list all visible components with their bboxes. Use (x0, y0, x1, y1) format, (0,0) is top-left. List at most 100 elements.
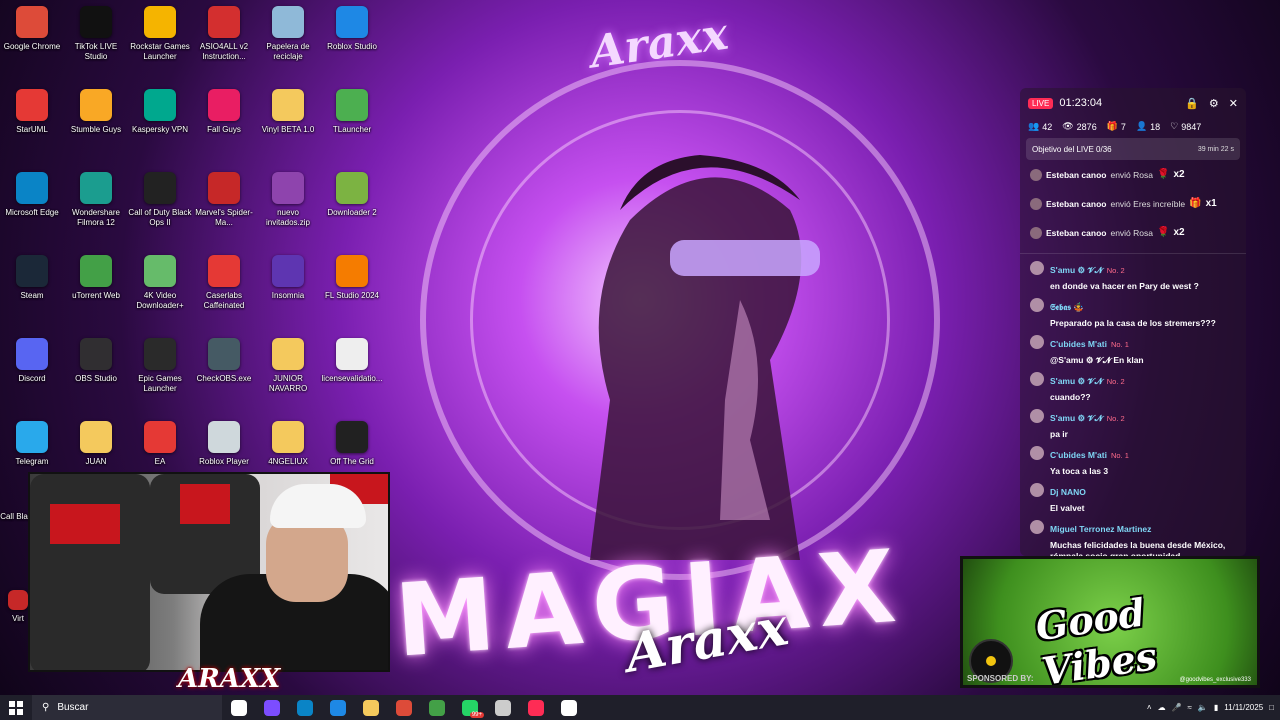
caffeinated-icon (208, 255, 240, 287)
gift-action: envió Rosa (1110, 227, 1153, 238)
gift-user: Esteban canoo (1046, 169, 1107, 180)
desktop-icon-label: TikTok LIVE Studio (74, 42, 118, 61)
chat-text: Preparado pa la casa de los stremers??? (1050, 318, 1216, 328)
desktop-icon[interactable]: Steam (0, 255, 64, 335)
avatar (1030, 335, 1044, 349)
desktop-icon[interactable]: Roblox Studio (320, 6, 384, 86)
file-explorer-icon (362, 699, 379, 716)
live-goal[interactable]: Objetivo del LIVE 0/36 39 min 22 s (1026, 138, 1240, 160)
chat-message[interactable]: Dj NANO El valvet (1020, 482, 1246, 514)
chat-message[interactable]: C'ubides M'ati No. 1 @S'amu ⚙ 𝓥𝓝 En klan (1020, 334, 1246, 366)
settings-icon[interactable]: ⚙ (1209, 97, 1219, 110)
desktop-icon[interactable]: Fall Guys (192, 89, 256, 169)
desktop-icon[interactable]: nuevo invitados.zip (256, 172, 320, 252)
desktop-icon[interactable]: CheckOBS.exe (192, 338, 256, 418)
chat-message[interactable]: S'amu ⚙ 𝓥𝓝 No. 2 pa ir (1020, 408, 1246, 440)
desktop-icon-label: Off The Grid (330, 457, 374, 466)
chat-message[interactable]: S'amu ⚙ 𝓥𝓝 No. 2 en donde va hacer en Pary… (1020, 260, 1246, 292)
start-button[interactable] (0, 695, 32, 720)
chat-message[interactable]: C'ubides M'ati No. 1 Ya toca a las 3 (1020, 445, 1246, 477)
gift-count: x2 (1173, 227, 1185, 238)
roblox-studio-icon (336, 6, 368, 38)
desktop-icon[interactable]: Stumble Guys (64, 89, 128, 169)
lock-icon[interactable]: 🔒 (1185, 97, 1199, 110)
battery-icon[interactable]: ▮ (1214, 703, 1218, 712)
chat-message[interactable]: 𝕾𝖊𝖇𝖆𝖘 🤹 Preparado pa la casa de los strem… (1020, 297, 1246, 329)
desktop-icon-label: nuevo invitados.zip (265, 208, 311, 227)
taskbar-app[interactable] (552, 695, 585, 720)
taskbar-app[interactable] (486, 695, 519, 720)
taskbar-app[interactable] (321, 695, 354, 720)
desktop-icon[interactable]: ASIO4ALL v2 Instruction... (192, 6, 256, 86)
chat-user: C'ubides M'ati (1050, 450, 1107, 460)
rose-icon: 🌹 (1157, 169, 1170, 180)
desktop-icon[interactable]: OBS Studio (64, 338, 128, 418)
chat-message[interactable]: S'amu ⚙ 𝓥𝓝 No. 2 cuando?? (1020, 371, 1246, 403)
cloud-icon[interactable]: ☁ (1158, 703, 1166, 712)
close-icon[interactable]: ✕ (1229, 97, 1238, 110)
desktop-icon[interactable]: StarUML (0, 89, 64, 169)
gift-row: Esteban canoo envió Rosa 🌹 x2 (1020, 218, 1246, 247)
chat-user: S'amu ⚙ 𝓥𝓝 (1050, 265, 1103, 275)
desktop-icon[interactable]: TLauncher (320, 89, 384, 169)
desktop-icon[interactable]: Papelera de reciclaje (256, 6, 320, 86)
telegram-icon (16, 421, 48, 453)
taskbar-app[interactable] (519, 695, 552, 720)
wifi-icon[interactable]: ≈ (1188, 703, 1192, 712)
desktop-icon[interactable]: FL Studio 2024 (320, 255, 384, 335)
desktop-icon[interactable]: Call of Duty Black Ops II (128, 172, 192, 252)
taskbar-app[interactable] (387, 695, 420, 720)
heart-icon: ♡ (1170, 121, 1179, 131)
desktop-icon[interactable]: 4K Video Downloader+ (128, 255, 192, 335)
taskbar-app[interactable] (222, 695, 255, 720)
avatar (1030, 372, 1044, 386)
notifications-icon[interactable]: □ (1269, 703, 1274, 712)
desktop-icon[interactable]: Discord (0, 338, 64, 418)
desktop-icon[interactable]: Downloader 2 (320, 172, 384, 252)
chat-user: Miguel Terronez Martinez (1050, 524, 1152, 534)
edge-icon (296, 699, 313, 716)
desktop-icon-label: Vinyl BETA 1.0 (261, 125, 315, 134)
clock-date: 11/11/2025 (1224, 702, 1264, 712)
search-icon: ⚲ (42, 702, 50, 713)
wallpaper-portrait (590, 155, 820, 560)
clock[interactable]: 11/11/2025 (1224, 703, 1263, 713)
taskbar-app[interactable] (420, 695, 453, 720)
folder-icon (80, 421, 112, 453)
avatar (1030, 409, 1044, 423)
webcam-overlay (28, 472, 390, 672)
desktop-icon[interactable]: Marvel's Spider-Ma... (192, 172, 256, 252)
desktop-icon[interactable]: licensevalidatio... (320, 338, 384, 418)
desktop-icon[interactable]: TikTok LIVE Studio (64, 6, 128, 86)
chat-user: S'amu ⚙ 𝓥𝓝 (1050, 413, 1103, 423)
taskbar-search[interactable]: ⚲ Buscar (32, 695, 222, 720)
taskbar-app[interactable]: 99+ (453, 695, 486, 720)
taskbar-app[interactable] (354, 695, 387, 720)
chat-message[interactable]: Miguel Terronez Martinez Muchas felicidad… (1020, 519, 1246, 556)
desktop-icon[interactable]: uTorrent Web (64, 255, 128, 335)
desktop-icon[interactable]: JUNIOR NAVARRO (256, 338, 320, 418)
live-timer: 01:23:04 (1059, 97, 1103, 109)
chrome-profile-icon (428, 699, 445, 716)
rank-badge: No. 1 (1110, 340, 1129, 349)
folder-icon (272, 89, 304, 121)
desktop-icon[interactable]: Wondershare Filmora 12 (64, 172, 128, 252)
desktop-icon-label: JUAN (85, 457, 107, 466)
steam-icon (16, 255, 48, 287)
desktop-icon-label: Rockstar Games Launcher (130, 42, 190, 61)
folder-icon (272, 338, 304, 370)
desktop-icon[interactable]: Caserlabs Caffeinated (192, 255, 256, 335)
desktop-icon[interactable]: Epic Games Launcher (128, 338, 192, 418)
taskbar-app[interactable] (288, 695, 321, 720)
desktop-icon-label: Insomnia (271, 291, 305, 300)
desktop-icon[interactable]: Kaspersky VPN (128, 89, 192, 169)
desktop-icon[interactable]: Microsoft Edge (0, 172, 64, 252)
desktop-icon[interactable]: Insomnia (256, 255, 320, 335)
taskbar-app[interactable] (255, 695, 288, 720)
desktop-icon[interactable]: Rockstar Games Launcher (128, 6, 192, 86)
desktop-icon[interactable]: Google Chrome (0, 6, 64, 86)
desktop-icon[interactable]: Vinyl BETA 1.0 (256, 89, 320, 169)
microphone-icon[interactable]: 🎤 (1172, 703, 1182, 712)
volume-icon[interactable]: 🔈 (1198, 703, 1208, 712)
chevron-up-icon[interactable]: ˄ (1147, 703, 1152, 712)
